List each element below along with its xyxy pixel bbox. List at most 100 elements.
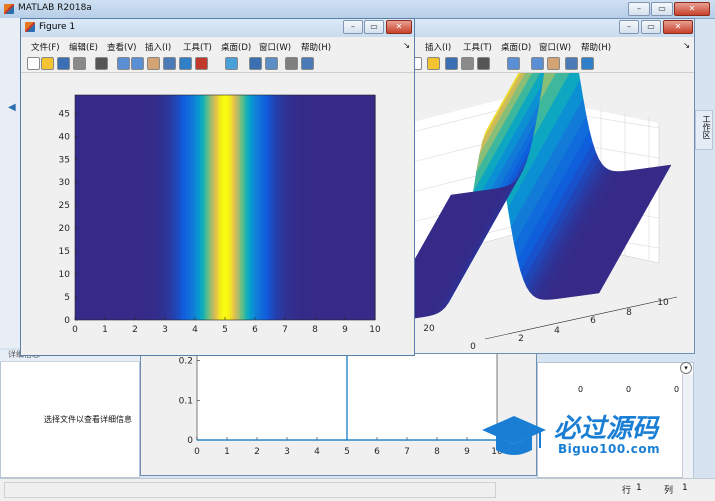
y-tick-label: 0 bbox=[187, 436, 193, 446]
x-tick-label: 6 bbox=[590, 316, 596, 326]
figure1-menubar: 文件(F) 编辑(E) 查看(V) 插入(I) 工具(T) 桌面(D) 窗口(W) 帮助(H)… bbox=[21, 39, 414, 53]
open-folder-icon[interactable] bbox=[41, 57, 54, 70]
x-tick-label: 8 bbox=[626, 308, 632, 318]
x-tick-label: 3 bbox=[162, 325, 168, 335]
y-tick-label: 40 bbox=[59, 132, 71, 142]
x-tick-label: 4 bbox=[554, 326, 560, 336]
pan-hand-icon[interactable] bbox=[547, 57, 560, 70]
data-cursor-icon[interactable] bbox=[581, 57, 594, 70]
menu-item[interactable]: 桌面(D) bbox=[501, 41, 531, 53]
x-tick-label: 8 bbox=[434, 447, 440, 457]
legend-icon[interactable] bbox=[265, 57, 278, 70]
fig2-maximize-button[interactable]: ▭ bbox=[641, 20, 661, 34]
fig1-close-button[interactable]: ✕ bbox=[386, 20, 412, 34]
y-tick-label: 45 bbox=[59, 109, 70, 119]
x-tick-label: 9 bbox=[464, 447, 470, 457]
detail-hint: 选择文件以查看详细信息 bbox=[44, 415, 132, 424]
new-file-icon[interactable] bbox=[27, 57, 40, 70]
status-row-label: 行 bbox=[622, 486, 632, 496]
zoom-out-icon[interactable] bbox=[131, 57, 144, 70]
x-tick-label: 5 bbox=[344, 447, 350, 457]
menu-item[interactable]: 编辑(E) bbox=[69, 41, 98, 53]
left-strip bbox=[0, 18, 20, 348]
status-col-value: 1 bbox=[682, 483, 688, 493]
y-tick-label: 35 bbox=[59, 155, 70, 165]
data-cursor-icon[interactable] bbox=[179, 57, 192, 70]
save-icon[interactable] bbox=[57, 57, 70, 70]
close-button[interactable]: ✕ bbox=[674, 2, 710, 16]
print-icon[interactable] bbox=[73, 57, 86, 70]
fig1-minimize-button[interactable]: – bbox=[343, 20, 363, 34]
fig2-close-button[interactable]: ✕ bbox=[663, 20, 693, 34]
menu-item[interactable]: 工具(T) bbox=[183, 41, 212, 53]
side-tab[interactable]: 工作区 bbox=[695, 110, 713, 150]
x-axis-line bbox=[484, 296, 678, 340]
matlab-title: MATLAB R2018a bbox=[18, 3, 92, 13]
workspace-value: 0 bbox=[626, 385, 632, 394]
menu-item[interactable]: 窗口(W) bbox=[539, 41, 571, 53]
pointer-icon[interactable] bbox=[477, 57, 490, 70]
figure1-window[interactable]: Figure 1 – ▭ ✕ 文件(F) 编辑(E) 查看(V) 插入(I) 工具(T)… bbox=[20, 18, 415, 356]
watermark-title: 必过源码 bbox=[554, 414, 659, 444]
fig1-maximize-button[interactable]: ▭ bbox=[364, 20, 384, 34]
x-tick-label: 2 bbox=[132, 325, 138, 335]
x-tick-label: 0 bbox=[194, 447, 200, 457]
menu-item[interactable]: 帮助(H) bbox=[581, 41, 611, 53]
figure2-window[interactable]: – ▭ ✕ 插入(I) 工具(T) 桌面(D) 窗口(W) 帮助(H) ↘ 2 4 6 8 10 2… bbox=[408, 18, 695, 354]
menu-item[interactable]: 帮助(H) bbox=[301, 41, 331, 53]
y-tick-label: 30 bbox=[59, 178, 71, 188]
rotate-3d-icon[interactable] bbox=[565, 57, 578, 70]
figure2-menubar: 插入(I) 工具(T) 桌面(D) 窗口(W) 帮助(H) ↘ bbox=[409, 39, 694, 53]
nav-back-icon[interactable]: ◀ bbox=[8, 102, 16, 113]
link-plot-icon[interactable] bbox=[225, 57, 238, 70]
side-tab-label: 工作区 bbox=[702, 115, 711, 139]
figure1-titlebar: Figure 1 – ▭ ✕ bbox=[21, 19, 414, 37]
open-folder-icon[interactable] bbox=[427, 57, 440, 70]
hide-plot-tools-icon[interactable] bbox=[285, 57, 298, 70]
print-icon[interactable] bbox=[461, 57, 474, 70]
menu-item[interactable]: 桌面(D) bbox=[221, 41, 251, 53]
pointer-icon[interactable] bbox=[95, 57, 108, 70]
figure1-title: Figure 1 bbox=[39, 22, 76, 32]
x-tick-label: 5 bbox=[222, 325, 228, 335]
fig2-minimize-button[interactable]: – bbox=[619, 20, 639, 34]
figure2-plot-area: 2 4 6 8 10 20 0 bbox=[409, 73, 694, 353]
menu-item[interactable]: 查看(V) bbox=[107, 41, 136, 53]
menu-item[interactable]: 插入(I) bbox=[425, 41, 451, 53]
menu-item[interactable]: 文件(F) bbox=[31, 41, 60, 53]
dock-arrow-icon[interactable]: ↘ bbox=[683, 41, 690, 51]
expand-icon[interactable]: ▾ bbox=[680, 362, 692, 374]
pan-hand-icon[interactable] bbox=[147, 57, 160, 70]
dock-arrow-icon[interactable]: ↘ bbox=[403, 41, 410, 51]
x-tick-label: 10 bbox=[369, 325, 381, 335]
colorbar-icon[interactable] bbox=[249, 57, 262, 70]
surface-chart: 2 4 6 8 10 20 0 bbox=[409, 73, 678, 352]
zoom-out-icon[interactable] bbox=[531, 57, 544, 70]
x-tick-label: 10 bbox=[657, 298, 669, 308]
zoom-in-icon[interactable] bbox=[507, 57, 520, 70]
x-tick-label: 4 bbox=[192, 325, 198, 335]
save-icon[interactable] bbox=[445, 57, 458, 70]
x-tick-label: 7 bbox=[282, 325, 288, 335]
menu-item[interactable]: 插入(I) bbox=[145, 41, 171, 53]
x-tick-label: 1 bbox=[224, 447, 230, 457]
surface-axes bbox=[409, 73, 672, 320]
menu-item[interactable]: 工具(T) bbox=[463, 41, 492, 53]
y-tick-label: 15 bbox=[59, 247, 70, 257]
status-row-value: 1 bbox=[636, 483, 642, 493]
brush-icon[interactable] bbox=[195, 57, 208, 70]
minimize-button[interactable]: – bbox=[628, 2, 650, 16]
x-tick-label: 9 bbox=[342, 325, 348, 335]
y-tick-label: 10 bbox=[59, 270, 71, 280]
status-bar: 行 1 列 1 bbox=[0, 478, 715, 501]
x-tick-label: 4 bbox=[314, 447, 320, 457]
zoom-in-icon[interactable] bbox=[117, 57, 130, 70]
menu-item[interactable]: 窗口(W) bbox=[259, 41, 291, 53]
x-tick-label: 7 bbox=[404, 447, 410, 457]
show-plot-tools-icon[interactable] bbox=[301, 57, 314, 70]
line-chart: 0 1 2 3 4 5 6 7 8 9 1000.10.2 bbox=[179, 341, 503, 457]
rotate-3d-icon[interactable] bbox=[163, 57, 176, 70]
x-tick-label: 6 bbox=[374, 447, 380, 457]
x-tick-label: 8 bbox=[312, 325, 318, 335]
maximize-button[interactable]: ▭ bbox=[651, 2, 673, 16]
